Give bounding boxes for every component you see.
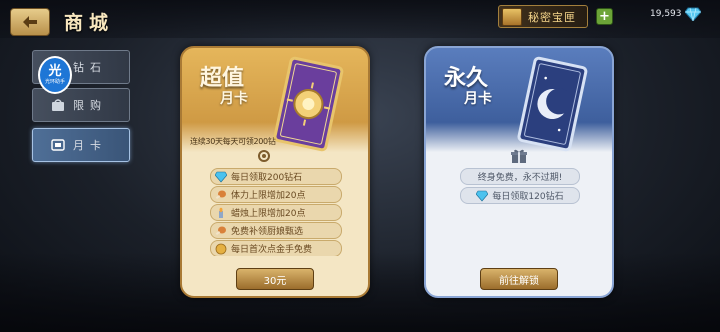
premium-monthly-card: 超值 月卡 连续30天每天可领200钻 每日领取200钻石 体力上限增加20点 … bbox=[180, 46, 370, 298]
diamond-icon bbox=[685, 7, 701, 21]
chest-icon bbox=[502, 7, 522, 26]
back-button[interactable] bbox=[10, 8, 50, 36]
bag-icon bbox=[52, 99, 64, 111]
buy-premium-button[interactable]: 30元 bbox=[236, 268, 314, 290]
card-subtitle: 月卡 bbox=[220, 91, 248, 107]
treasure-box-button[interactable]: 秘密宝匣 bbox=[498, 5, 588, 28]
perk-item: 每日领取120钻石 bbox=[460, 187, 580, 204]
diamond-icon bbox=[215, 171, 227, 182]
perk-item: 体力上限增加20点 bbox=[210, 186, 342, 203]
treasure-label: 秘密宝匣 bbox=[528, 10, 576, 24]
moon-card-illustration bbox=[517, 56, 588, 152]
gem-count: 19,593 bbox=[650, 9, 682, 19]
gear-emblem-icon bbox=[258, 150, 270, 162]
page-title: 商城 bbox=[64, 12, 115, 34]
forever-monthly-card: 永久 月卡 终身免费，永不过期! 每日领取120钻石 前往解锁 bbox=[424, 46, 614, 298]
card-subtitle: 月卡 bbox=[464, 91, 492, 107]
nav-label: 月卡 bbox=[73, 139, 107, 152]
unlock-forever-button[interactable]: 前往解锁 bbox=[480, 268, 558, 290]
add-gems-button[interactable]: + bbox=[596, 8, 613, 25]
diamond-icon bbox=[476, 190, 489, 201]
gift-icon bbox=[511, 149, 527, 163]
perk-item: 终身免费，永不过期! bbox=[460, 168, 580, 185]
arrow-left-icon bbox=[23, 16, 37, 28]
nav-label: 钻石 bbox=[73, 61, 107, 74]
drumstick-icon bbox=[215, 190, 226, 199]
nav-item-monthly-card[interactable]: 月卡 bbox=[32, 128, 130, 162]
watermark-logo: 光 光环助手 bbox=[38, 56, 72, 94]
nav-item-limited[interactable]: 限购 bbox=[32, 88, 130, 122]
perks-list[interactable]: 每日领取200钻石 体力上限增加20点 蜡烛上限增加20点 免费补领厨娘甄选 每… bbox=[182, 166, 368, 256]
coin-icon bbox=[215, 243, 227, 254]
nav-label: 限购 bbox=[73, 99, 107, 112]
card-note: 连续30天每天可领200钻 bbox=[190, 137, 276, 146]
candle-icon bbox=[219, 207, 223, 218]
top-bar: 商城 秘密宝匣 + 19,593 bbox=[0, 0, 720, 38]
perk-item: 每日领取200钻石 bbox=[210, 168, 342, 185]
perk-item: 蜡烛上限增加20点 bbox=[210, 204, 342, 221]
perk-item: 免费补领厨娘甄选 bbox=[210, 222, 342, 239]
drumstick-icon bbox=[215, 226, 226, 235]
card-icon bbox=[51, 139, 65, 151]
perk-item: 每日首次点金手免费 bbox=[210, 240, 342, 256]
